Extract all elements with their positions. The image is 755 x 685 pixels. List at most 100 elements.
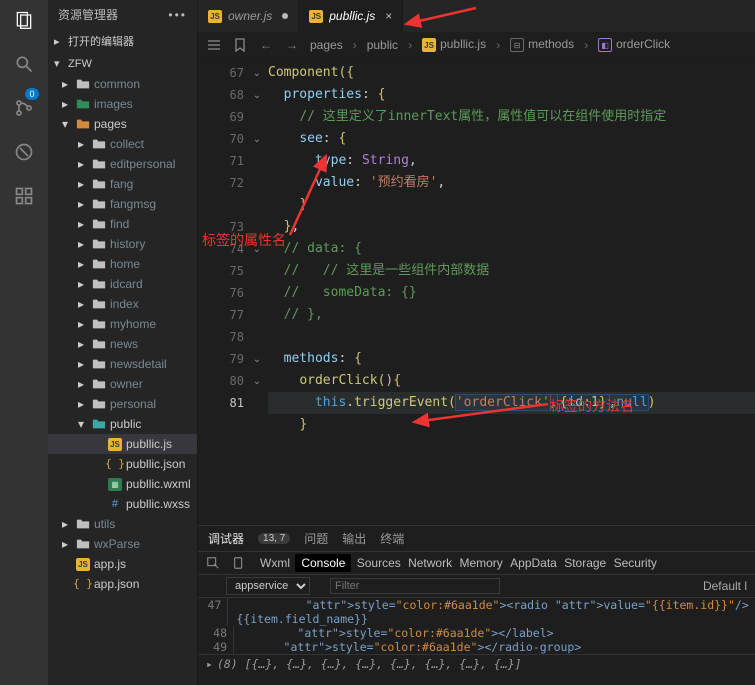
- section-open-editors[interactable]: ▸ 打开的编辑器: [48, 29, 197, 53]
- fold-icon[interactable]: ⌄: [250, 62, 264, 84]
- code-line[interactable]: // // 这里是一些组件内部数据: [268, 260, 755, 282]
- code-line[interactable]: see: {: [268, 128, 755, 150]
- tab-owner-js[interactable]: JSowner.js: [198, 0, 299, 32]
- fold-icon[interactable]: ⌄: [250, 370, 264, 392]
- tree-item-newsdetail[interactable]: ▸newsdetail: [48, 354, 197, 374]
- chevron-right-icon: ▸: [78, 294, 88, 314]
- devtools-tab-storage[interactable]: Storage: [562, 554, 608, 572]
- method-icon: ◧: [598, 38, 612, 52]
- levels-dropdown[interactable]: Default l: [703, 579, 747, 593]
- code-line[interactable]: this.triggerEvent('orderClick',{id:1},nu…: [268, 392, 755, 414]
- nav-forward-icon[interactable]: →: [284, 37, 300, 53]
- fold-icon[interactable]: ⌄: [250, 348, 264, 370]
- crumb-orderclick[interactable]: ◧orderClick: [598, 37, 670, 53]
- devtools-tab-sources[interactable]: Sources: [355, 554, 403, 572]
- devtools-tab-appdata[interactable]: AppData: [508, 554, 559, 572]
- code-line[interactable]: // data: {: [268, 238, 755, 260]
- tree-item-fang[interactable]: ▸fang: [48, 174, 197, 194]
- devtools-tab-network[interactable]: Network: [406, 554, 454, 572]
- tree-item-wxParse[interactable]: ▸wxParse: [48, 534, 197, 554]
- tab-publlic-js[interactable]: JSpubllic.js×: [299, 0, 403, 32]
- explorer-icon[interactable]: [12, 8, 36, 32]
- context-select[interactable]: appservice: [226, 577, 310, 595]
- fold-icon[interactable]: ⌄: [250, 238, 264, 260]
- crumb-file[interactable]: JSpubllic.js: [422, 37, 486, 53]
- section-project[interactable]: ▾ ZFW: [48, 53, 197, 74]
- js-icon: JS: [76, 557, 90, 571]
- list-icon[interactable]: [206, 37, 222, 53]
- panel-tab-debugger[interactable]: 调试器: [208, 530, 244, 547]
- code-line[interactable]: methods: {: [268, 348, 755, 370]
- code-line[interactable]: }: [268, 194, 755, 216]
- folder-icon: [92, 177, 106, 191]
- tree-item-fangmsg[interactable]: ▸fangmsg: [48, 194, 197, 214]
- device-toggle-icon[interactable]: [232, 556, 246, 570]
- console-source-line[interactable]: 47 "attr">style="color:#6aa1de"><radio "…: [198, 598, 755, 626]
- tree-item-publlic-js[interactable]: JSpubllic.js: [48, 434, 197, 454]
- chevron-right-icon: ▸: [78, 174, 88, 194]
- code-line[interactable]: }: [268, 414, 755, 436]
- code-line[interactable]: type: String,: [268, 150, 755, 172]
- filter-input[interactable]: [330, 578, 500, 594]
- tree-item-home[interactable]: ▸home: [48, 254, 197, 274]
- tree-item-publlic-json[interactable]: { }publlic.json: [48, 454, 197, 474]
- code-line[interactable]: Component({: [268, 62, 755, 84]
- tree-item-editpersonal[interactable]: ▸editpersonal: [48, 154, 197, 174]
- code-line[interactable]: // someData: {}: [268, 282, 755, 304]
- crumb-methods[interactable]: ⊟methods: [510, 37, 574, 53]
- tree-item-images[interactable]: ▸images: [48, 94, 197, 114]
- tree-item-common[interactable]: ▸common: [48, 74, 197, 94]
- devtools-tab-console[interactable]: Console: [295, 554, 351, 572]
- devtools-tab-memory[interactable]: Memory: [457, 554, 504, 572]
- panel-tab-output[interactable]: 输出: [342, 530, 366, 547]
- panel-tab-problems[interactable]: 问题: [304, 530, 328, 547]
- code-line[interactable]: orderClick(){: [268, 370, 755, 392]
- bookmark-icon[interactable]: [232, 37, 248, 53]
- crumb-pages[interactable]: pages: [310, 38, 343, 52]
- console-source-line[interactable]: 48 "attr">style="color:#6aa1de"></label>: [198, 626, 755, 640]
- search-icon[interactable]: [12, 52, 36, 76]
- sidebar-more-icon[interactable]: •••: [168, 8, 187, 22]
- tree-item-collect[interactable]: ▸collect: [48, 134, 197, 154]
- extensions-icon[interactable]: [12, 184, 36, 208]
- code-line[interactable]: // },: [268, 304, 755, 326]
- tree-item-app-json[interactable]: { }app.json: [48, 574, 197, 594]
- close-icon[interactable]: ×: [381, 9, 392, 23]
- source-control-icon[interactable]: 0: [12, 96, 36, 120]
- crumb-public[interactable]: public: [367, 38, 398, 52]
- tree-item-find[interactable]: ▸find: [48, 214, 197, 234]
- wxml-icon: ▦: [108, 477, 122, 491]
- code-line[interactable]: },: [268, 216, 755, 238]
- folder-icon: [92, 377, 106, 391]
- nav-back-icon[interactable]: ←: [258, 37, 274, 53]
- tree-item-public[interactable]: ▾public: [48, 414, 197, 434]
- console-source-line[interactable]: 49 "attr">style="color:#6aa1de"></radio-…: [198, 640, 755, 654]
- tree-item-myhome[interactable]: ▸myhome: [48, 314, 197, 334]
- code-line[interactable]: properties: {: [268, 84, 755, 106]
- devtools-tab-wxml[interactable]: Wxml: [258, 554, 292, 572]
- tree-item-publlic-wxml[interactable]: ▦publlic.wxml: [48, 474, 197, 494]
- inspect-element-icon[interactable]: [206, 556, 220, 570]
- tree-item-history[interactable]: ▸history: [48, 234, 197, 254]
- debug-icon[interactable]: [12, 140, 36, 164]
- code-line[interactable]: [268, 326, 755, 348]
- tree-item-app-js[interactable]: JSapp.js: [48, 554, 197, 574]
- fold-icon[interactable]: ⌄: [250, 84, 264, 106]
- panel-tab-terminal[interactable]: 终端: [380, 530, 404, 547]
- tree-item-pages[interactable]: ▾pages: [48, 114, 197, 134]
- sidebar-title: 资源管理器: [58, 6, 118, 23]
- tree-item-owner[interactable]: ▸owner: [48, 374, 197, 394]
- tree-item-personal[interactable]: ▸personal: [48, 394, 197, 414]
- tree-item-idcard[interactable]: ▸idcard: [48, 274, 197, 294]
- tree-item-news[interactable]: ▸news: [48, 334, 197, 354]
- devtools-tab-security[interactable]: Security: [612, 554, 659, 572]
- tree-item-index[interactable]: ▸index: [48, 294, 197, 314]
- code-editor[interactable]: 676869707172737475767778798081 ⌄⌄⌄⌄⌄⌄ Co…: [198, 58, 755, 525]
- console-body[interactable]: 47 "attr">style="color:#6aa1de"><radio "…: [198, 598, 755, 685]
- code-line[interactable]: value: '预约看房',: [268, 172, 755, 194]
- code-line[interactable]: // 这里定义了innerText属性，属性值可以在组件使用时指定: [268, 106, 755, 128]
- fold-icon[interactable]: ⌄: [250, 128, 264, 150]
- tree-item-utils[interactable]: ▸utils: [48, 514, 197, 534]
- tree-item-publlic-wxss[interactable]: #publlic.wxss: [48, 494, 197, 514]
- console-array-expand[interactable]: ▸(8) [{…}, {…}, {…}, {…}, {…}, {…}, {…},…: [198, 654, 755, 673]
